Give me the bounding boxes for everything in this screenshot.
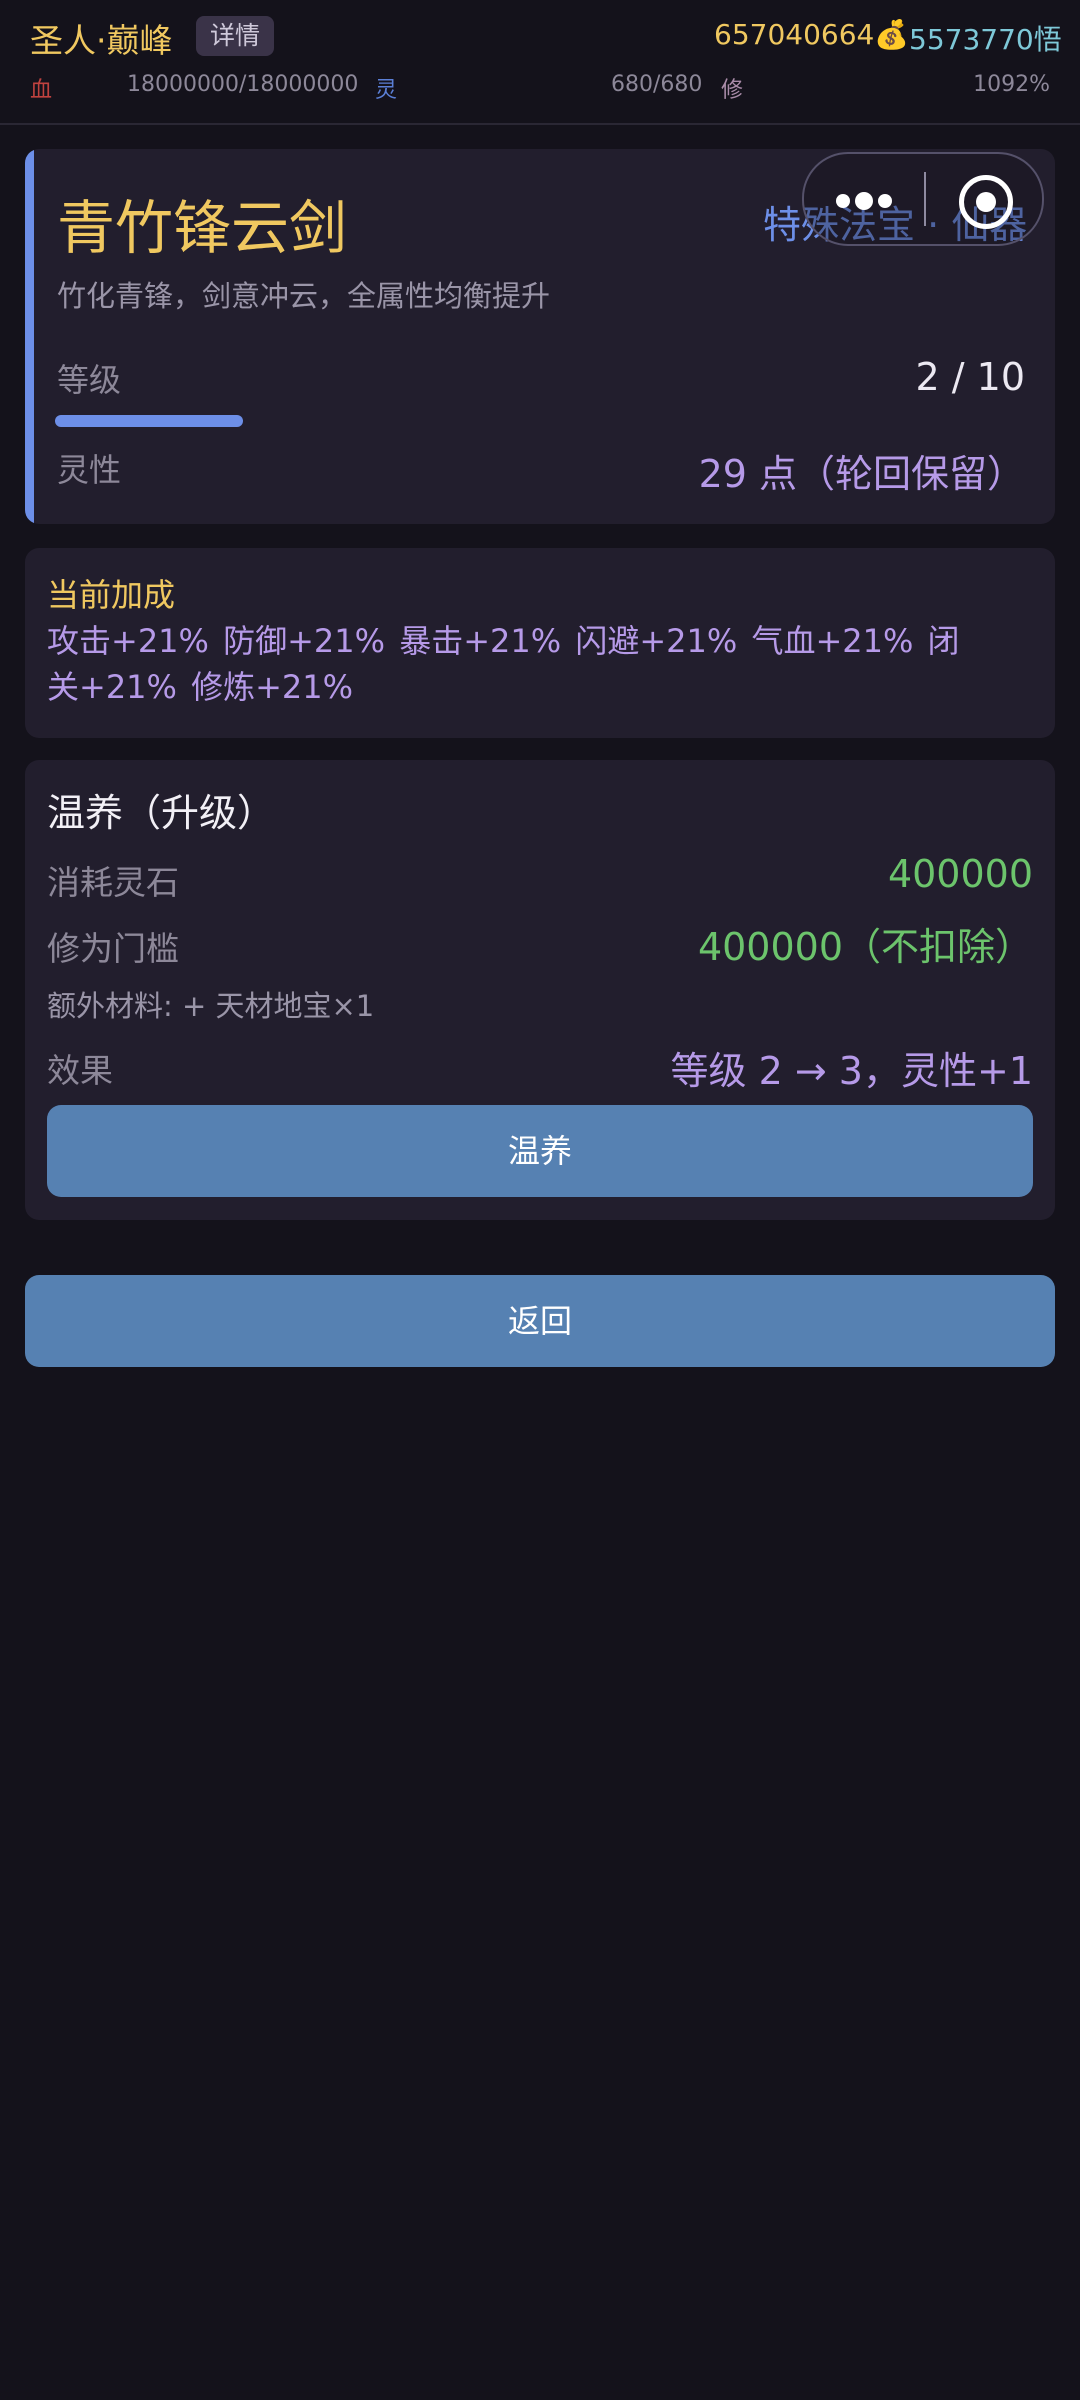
treasure-description: 竹化青锋，剑意冲云，全属性均衡提升: [57, 279, 551, 313]
cost-value: 400000: [887, 852, 1033, 896]
level-progress-bar: [55, 415, 994, 427]
hp-label: 血: [30, 78, 53, 103]
spirit-label: 灵: [375, 78, 398, 103]
upgrade-card: 温养（升级） 消耗灵石 400000 修为门槛 400000（不扣除） 额外材料…: [25, 760, 1055, 1220]
spirit-value: 29 点（轮回保留）: [698, 452, 1025, 496]
level-progress-fill: [55, 415, 243, 427]
detail-button[interactable]: 详情: [196, 16, 275, 56]
bonus-title: 当前加成: [47, 576, 176, 614]
bonus-card: 当前加成 攻击+21% 防御+21% 暴击+21% 闪避+21% 气血+21% …: [25, 548, 1055, 738]
realm-title: 圣人·巅峰: [30, 21, 173, 60]
back-button[interactable]: 返回: [25, 1275, 1055, 1367]
threshold-label: 修为门槛: [47, 929, 179, 968]
spirit-label: 灵性: [57, 451, 122, 489]
upgrade-title: 温养（升级）: [47, 791, 276, 835]
bonus-list: 攻击+21% 防御+21% 暴击+21% 闪避+21% 气血+21% 闭关+21…: [47, 622, 960, 706]
treasure-name: 青竹锋云剑: [57, 194, 348, 262]
cultivation-label: 修: [721, 78, 744, 103]
cost-label: 消耗灵石: [47, 863, 179, 902]
spirit-stone-count: 657040664💰: [714, 18, 910, 51]
miniprogram-capsule: [802, 152, 1044, 246]
target-close-icon[interactable]: [959, 175, 1013, 229]
cultivation-value: 1092%: [973, 72, 1050, 97]
nurture-button[interactable]: 温养: [47, 1105, 1033, 1197]
effect-value: 等级 2 → 3，灵性+1: [670, 1049, 1033, 1093]
threshold-value: 400000（不扣除）: [697, 925, 1033, 969]
insight-count: 5573770悟: [909, 23, 1062, 56]
effect-label: 效果: [47, 1051, 113, 1090]
more-dots-icon[interactable]: [836, 192, 892, 210]
capsule-divider: [924, 172, 926, 226]
card-accent-bar: [25, 149, 34, 524]
extra-material: 额外材料: + 天材地宝×1: [47, 989, 375, 1023]
status-header: 圣人·巅峰 详情 657040664💰 5573770悟 血 18000000/…: [0, 0, 1080, 125]
spirit-value: 680/680: [611, 72, 703, 97]
level-label: 等级: [57, 361, 122, 399]
hp-value: 18000000/18000000: [127, 72, 359, 97]
level-value: 2 / 10: [915, 355, 1026, 399]
